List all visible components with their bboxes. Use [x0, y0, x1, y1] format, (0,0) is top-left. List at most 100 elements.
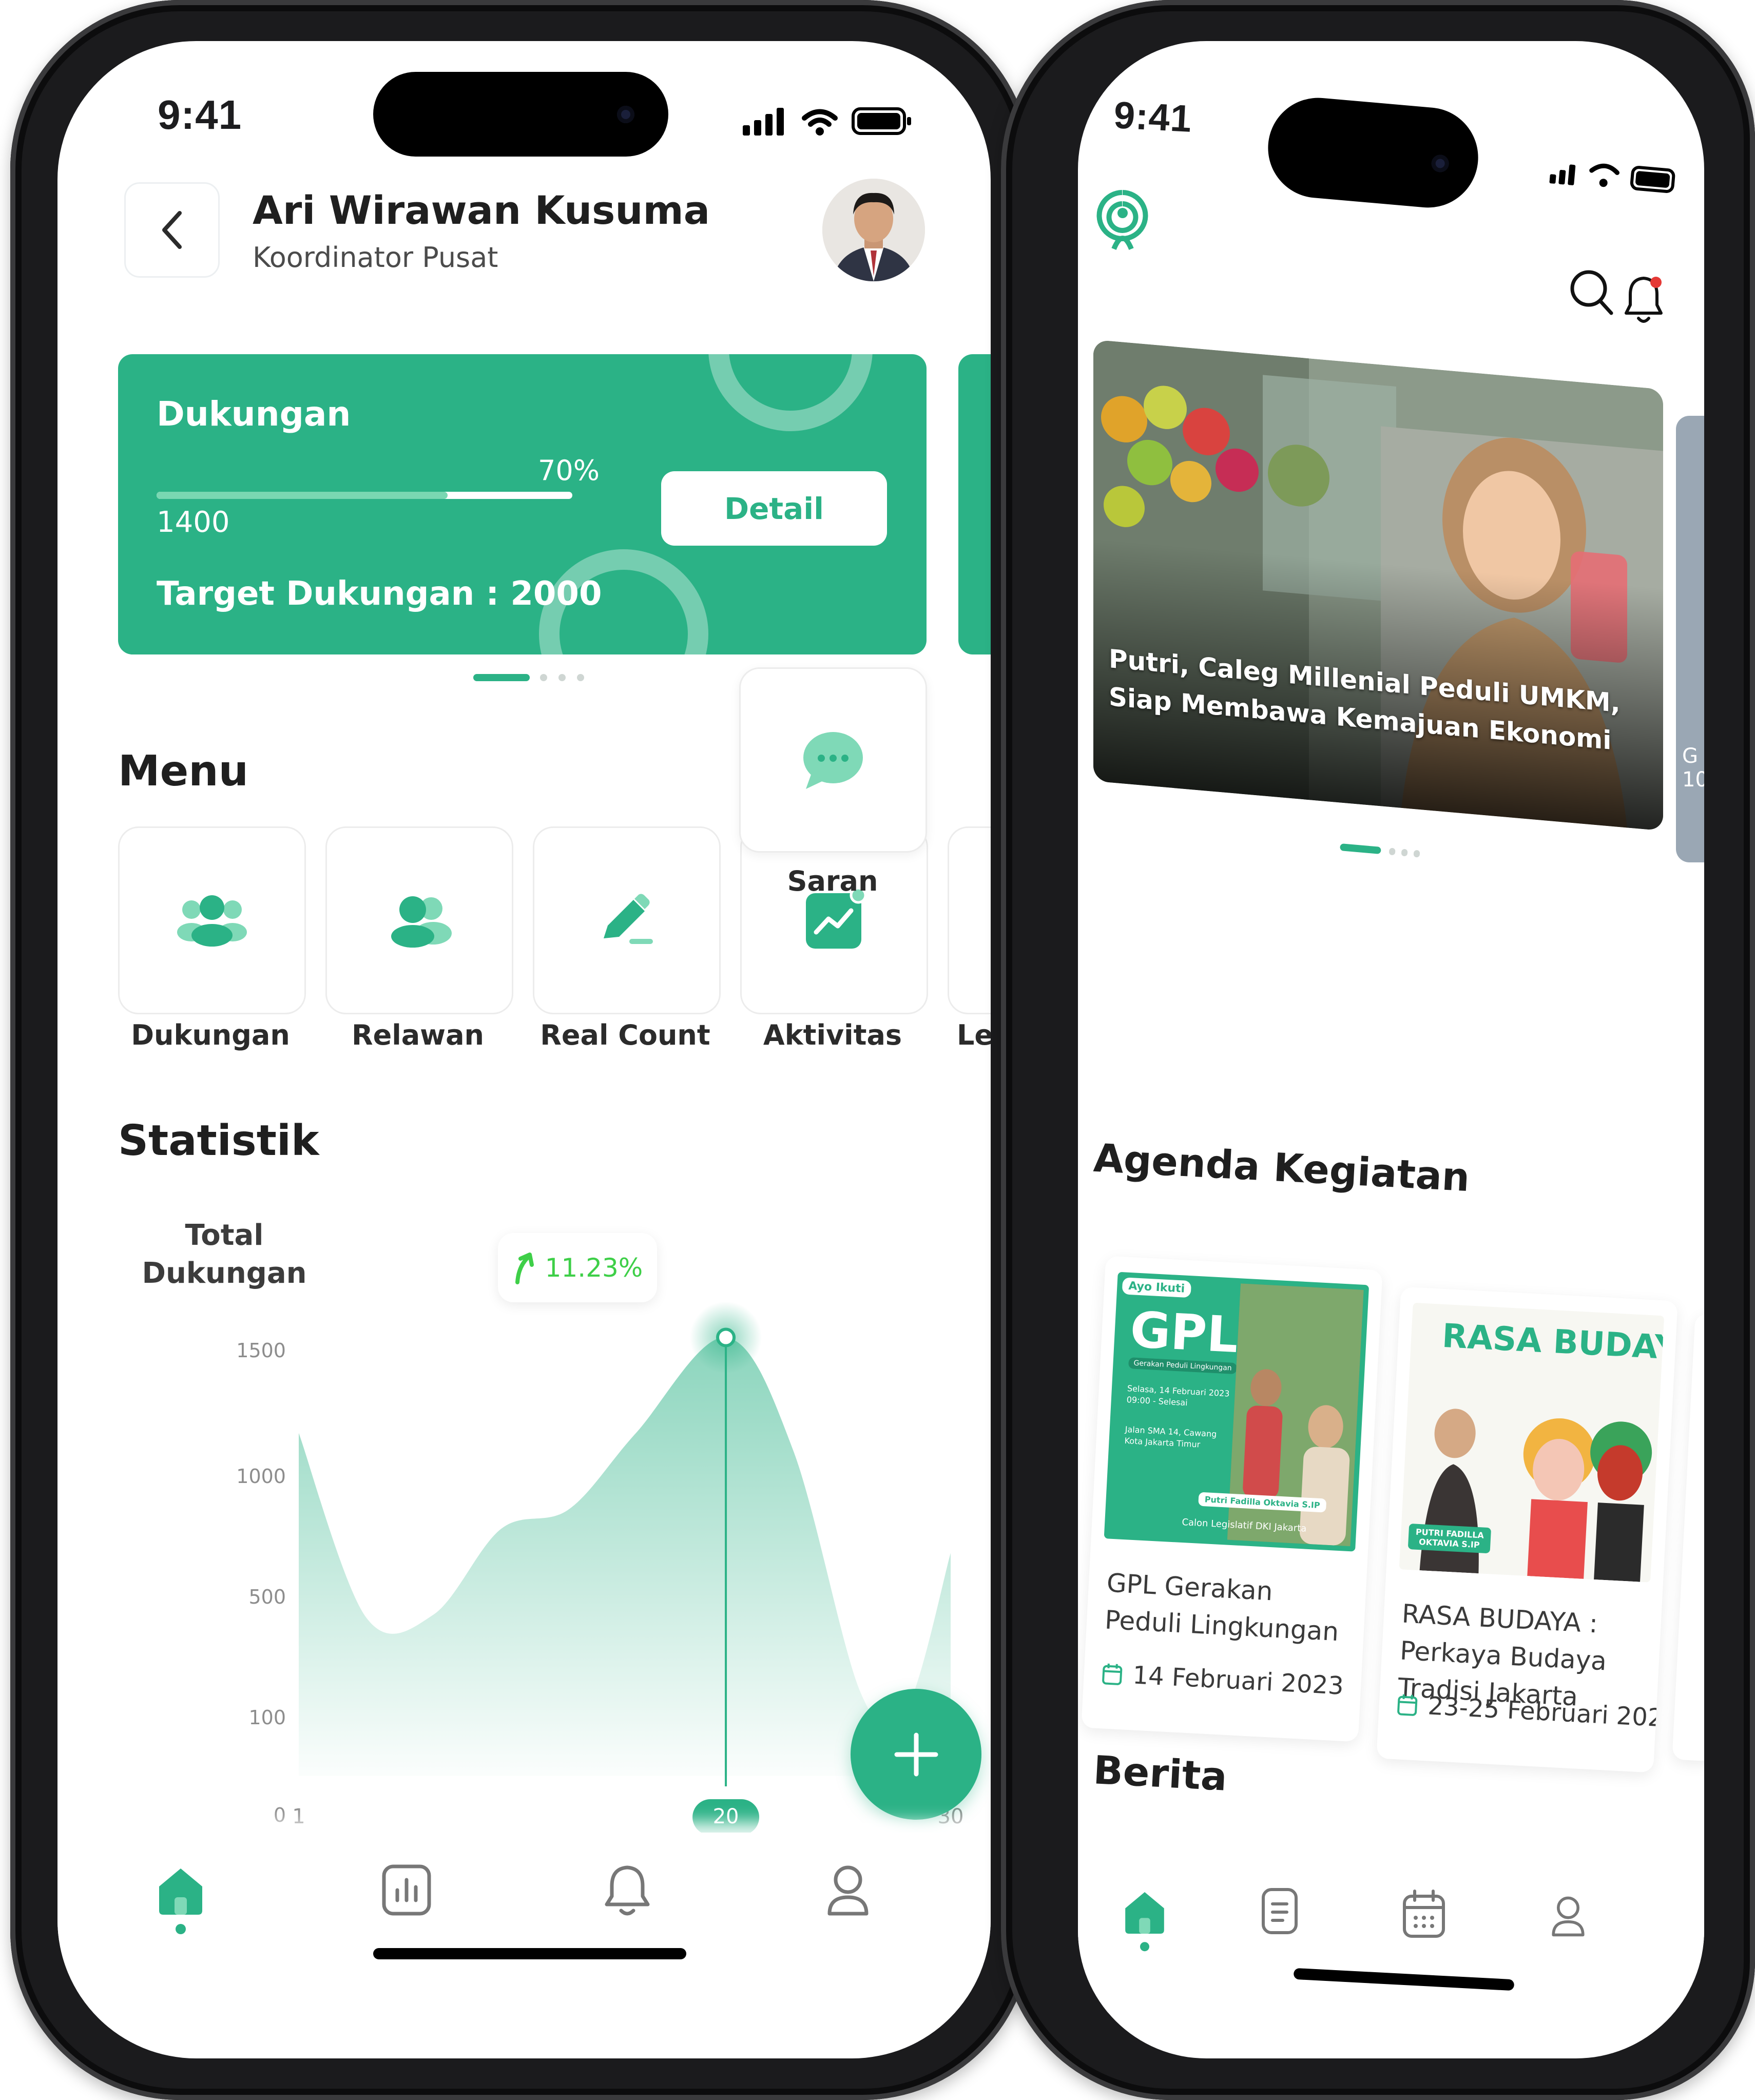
- menu-label: Aktivitas: [763, 1019, 902, 1051]
- left-phone-frame: 9:41 Ari Wirawan Kusuma Koordinator Pusa…: [10, 0, 1032, 2100]
- nav-documents[interactable]: [1260, 1886, 1301, 1938]
- stats-area-chart[interactable]: 150010005001000 1 20 30: [57, 1263, 991, 1894]
- y-tick-label: 1500: [236, 1339, 286, 1362]
- support-progress-fill: [157, 492, 448, 499]
- home-indicator[interactable]: [373, 1948, 686, 1959]
- dot[interactable]: [577, 674, 584, 681]
- chart-selected-point[interactable]: [716, 1327, 736, 1347]
- logo-icon: [1096, 190, 1148, 250]
- nav-stats[interactable]: [381, 1863, 432, 1920]
- dot[interactable]: [1413, 850, 1420, 858]
- next-card-peek[interactable]: [958, 354, 991, 654]
- users-icon: [391, 896, 452, 948]
- poster-info-location: Jalan SMA 14, Cawang Kota Jakarta Timur: [1124, 1424, 1217, 1450]
- pencil-icon: [604, 894, 653, 944]
- support-percent: 70%: [538, 454, 600, 487]
- nav-home[interactable]: [155, 1863, 206, 1935]
- profile-icon: [827, 1865, 869, 1916]
- nav-profile[interactable]: [822, 1863, 874, 1920]
- profile-icon: [1552, 1896, 1585, 1937]
- stats-title: Statistik: [118, 1116, 319, 1165]
- news-title: Berita: [1092, 1747, 1228, 1800]
- menu-relawan[interactable]: [325, 826, 513, 1014]
- document-icon: [1262, 1888, 1298, 1934]
- agenda-card-rasa-budaya[interactable]: RASA BUDAYA PUTRI FADILLA OKTAVIA S.IP R…: [1376, 1286, 1678, 1773]
- add-button[interactable]: [851, 1689, 981, 1820]
- menu-real-count[interactable]: [533, 826, 721, 1014]
- status-time: 9:41: [1112, 93, 1193, 140]
- carousel-dots: [473, 674, 596, 684]
- calendar-icon: [1403, 1890, 1445, 1938]
- dot[interactable]: [558, 674, 566, 681]
- dot[interactable]: [1401, 849, 1408, 857]
- calendar-icon: [1397, 1692, 1418, 1717]
- decor-ring: [708, 354, 873, 431]
- support-card-title: Dukungan: [157, 394, 351, 434]
- user-name: Ari Wirawan Kusuma: [253, 187, 710, 233]
- menu-aktivitas[interactable]: [740, 826, 928, 1014]
- dot-active[interactable]: [1339, 843, 1381, 854]
- back-button[interactable]: [124, 182, 220, 278]
- dot[interactable]: [540, 674, 547, 681]
- poster-heading: RASA BUDAYA: [1441, 1317, 1665, 1369]
- next-banner-peek[interactable]: G 10: [1676, 416, 1704, 862]
- notification-button[interactable]: [1622, 272, 1668, 329]
- camera-icon: [617, 106, 634, 123]
- y-tick-label: 1000: [236, 1465, 286, 1488]
- chevron-left-icon: [162, 211, 182, 249]
- agenda-item-date: 14 Februari 2023: [1132, 1661, 1345, 1701]
- next-banner-text: G 10: [1682, 744, 1704, 792]
- menu-title: Menu: [118, 747, 248, 796]
- x-tick-label: 1: [292, 1805, 305, 1828]
- avatar[interactable]: [822, 179, 925, 281]
- carousel-dots: [1339, 843, 1422, 861]
- home-indicator[interactable]: [1293, 1968, 1515, 1991]
- poster-heading: GPL: [1129, 1301, 1240, 1364]
- dot-active[interactable]: [473, 674, 530, 681]
- y-tick-label: 100: [248, 1706, 286, 1729]
- bell-icon: [1625, 277, 1663, 323]
- nav-profile[interactable]: [1548, 1892, 1589, 1943]
- gpl-poster: Ayo Ikuti GPL Gerakan Peduli Lingkungan …: [1104, 1271, 1370, 1552]
- rasa-budaya-poster: RASA BUDAYA PUTRI FADILLA OKTAVIA S.IP: [1399, 1302, 1665, 1583]
- menu-label: Le: [957, 1019, 991, 1051]
- menu-dukungan[interactable]: [118, 826, 306, 1014]
- dot[interactable]: [1388, 847, 1396, 856]
- nav-notifications[interactable]: [602, 1863, 653, 1920]
- search-icon: [1570, 270, 1613, 315]
- poster-info-date: Selasa, 14 Februari 2023 09:00 - Selesai: [1126, 1383, 1230, 1408]
- y-tick-label: 500: [248, 1586, 286, 1608]
- menu-saran[interactable]: [739, 667, 927, 853]
- agenda-card-peek[interactable]: [1672, 1313, 1704, 1762]
- support-progress-track: [157, 492, 572, 499]
- poster-person: PUTRI FADILLA OKTAVIA S.IP: [1407, 1523, 1492, 1554]
- home-icon: [1125, 1892, 1164, 1952]
- nav-home[interactable]: [1122, 1884, 1168, 1956]
- menu-le[interactable]: [948, 826, 991, 1014]
- menu-label-saran: Saran: [787, 865, 878, 897]
- app-logo[interactable]: [1094, 187, 1151, 269]
- detail-button[interactable]: Detail: [661, 471, 887, 546]
- status-icons: [1549, 153, 1680, 198]
- agenda-card-gpl[interactable]: Ayo Ikuti GPL Gerakan Peduli Lingkungan …: [1081, 1256, 1383, 1742]
- agenda-title: Agenda Kegiatan: [1092, 1134, 1471, 1201]
- support-card[interactable]: Dukungan 70% 1400 Target Dukungan : 2000…: [118, 354, 927, 654]
- left-phone-screen: 9:41 Ari Wirawan Kusuma Koordinator Pusa…: [57, 41, 991, 2058]
- bottom-nav: [57, 1833, 991, 1997]
- stats-icon: [382, 1864, 431, 1916]
- banner-photo: [1093, 339, 1663, 831]
- search-button[interactable]: [1568, 267, 1614, 318]
- bottom-nav: [1078, 1848, 1704, 2012]
- chat-bubble-icon: [803, 731, 863, 789]
- signal-wifi-battery-icon: [743, 107, 911, 136]
- y-tick-label: 0: [274, 1804, 286, 1826]
- x-tick-label-selected: 20: [713, 1805, 739, 1828]
- right-phone-frame: 9:41 Putri, Caleg Millenial Peduli UMKM,…: [1001, 0, 1755, 2100]
- menu-label: Dukungan: [131, 1019, 290, 1051]
- news-banner[interactable]: Putri, Caleg Millenial Peduli UMKM, Siap…: [1093, 339, 1663, 831]
- avatar-photo: [822, 179, 925, 281]
- chart-y-label-line1: Total: [185, 1219, 264, 1252]
- bell-icon: [605, 1865, 650, 1916]
- nav-calendar[interactable]: [1401, 1889, 1448, 1940]
- menu-label: Relawan: [352, 1019, 484, 1051]
